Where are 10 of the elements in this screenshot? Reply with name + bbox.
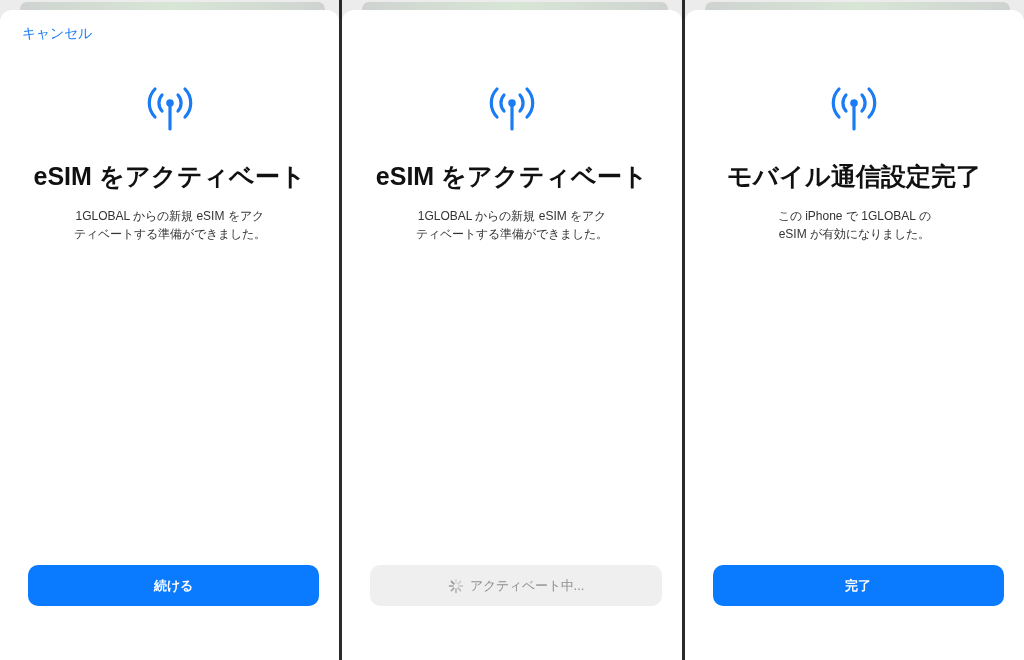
description-text: 1GLOBAL からの新規 eSIM をアク ティベートする準備ができました。 bbox=[416, 208, 608, 243]
description-text: この iPhone で 1GLOBAL の eSIM が有効になりました。 bbox=[777, 208, 931, 243]
action-button[interactable]: 続ける bbox=[28, 565, 320, 606]
spinner-icon bbox=[447, 577, 464, 594]
screen-title: モバイル通信設定完了 bbox=[727, 161, 982, 192]
description-text: 1GLOBAL からの新規 eSIM をアク ティベートする準備ができました。 bbox=[73, 208, 266, 243]
action-button[interactable]: 完了 bbox=[712, 565, 1004, 606]
cancel-link[interactable]: キャンセル bbox=[22, 25, 92, 41]
screen-title: eSIM をアクティベート bbox=[33, 161, 306, 192]
screen-title: eSIM をアクティベート bbox=[375, 161, 649, 192]
